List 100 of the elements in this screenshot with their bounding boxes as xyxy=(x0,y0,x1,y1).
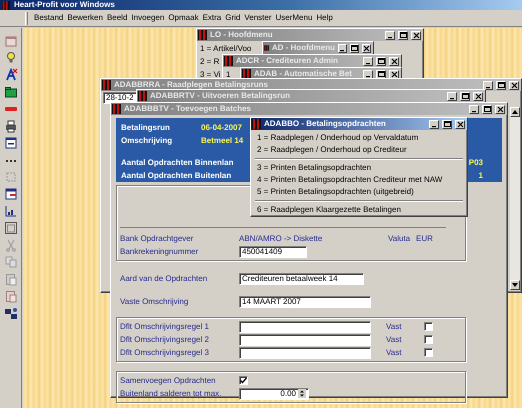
font-icon[interactable] xyxy=(4,68,18,82)
maximize-icon xyxy=(400,32,406,38)
arrow-up-icon xyxy=(512,110,518,114)
app-icon xyxy=(2,0,10,10)
field-label: Samenvoegen Opdrachten xyxy=(120,376,217,386)
maximize-button[interactable] xyxy=(350,44,359,52)
window-title: ADAB - Automatische Bet xyxy=(254,69,353,79)
close-button[interactable] xyxy=(411,30,421,40)
menu-item[interactable]: 1 = Artikel/Voo xyxy=(200,42,252,55)
checkbox[interactable] xyxy=(424,335,433,344)
arrow-down-icon xyxy=(512,283,518,287)
spinner-icon[interactable] xyxy=(298,389,306,398)
scrollbar[interactable] xyxy=(510,107,520,290)
input-field[interactable] xyxy=(239,346,371,358)
menu-item[interactable]: Invoegen xyxy=(129,13,166,23)
maximize-button[interactable] xyxy=(460,92,470,100)
close-icon xyxy=(456,120,464,128)
scroll-up-button[interactable] xyxy=(510,107,520,117)
menu-item[interactable]: 5 = Printen Betalingsopdrachten (uitgebreid) xyxy=(251,186,467,198)
app-icon xyxy=(112,104,121,114)
frame-icon[interactable] xyxy=(4,221,18,235)
app-icon xyxy=(224,56,233,66)
input-field[interactable]: Crediteuren betaalweek 14 xyxy=(239,272,364,284)
maximize-button[interactable] xyxy=(442,120,452,128)
menu-item[interactable]: 1 xyxy=(226,68,230,81)
printer-icon[interactable] xyxy=(4,119,18,133)
app-icon xyxy=(242,69,251,79)
field-label: Vast xyxy=(386,348,402,358)
menu-item[interactable]: 4 = Printen Betalingsopdrachten Crediteur met NAW xyxy=(251,174,467,186)
maximize-button[interactable] xyxy=(376,70,386,78)
app-icon xyxy=(264,43,269,53)
minimize-button[interactable] xyxy=(469,104,479,114)
close-icon xyxy=(363,44,370,52)
menu-item[interactable]: 1 = Raadplegen / Onderhoud op Vervaldatum xyxy=(251,132,467,144)
minimize-button[interactable] xyxy=(429,120,439,128)
maximize-button[interactable] xyxy=(398,30,408,40)
maximize-icon xyxy=(484,106,490,112)
close-icon xyxy=(496,106,504,112)
input-field[interactable] xyxy=(239,320,371,332)
input-field[interactable] xyxy=(239,334,371,346)
window-title: LO - Hoofdmenu xyxy=(210,30,274,40)
close-button[interactable] xyxy=(389,56,399,66)
calendar-icon[interactable] xyxy=(4,34,18,48)
summary-label: Aantal Opdrachten Binnenlan xyxy=(121,158,234,168)
input-field[interactable]: 450041409 xyxy=(239,246,307,258)
network-icon[interactable] xyxy=(4,306,18,320)
field-label: Dflt Omschrijvingsregel 1 xyxy=(120,322,210,332)
menu-item[interactable]: Venster xyxy=(242,13,274,23)
summary-label: Betalingsrun xyxy=(121,122,171,132)
currency-value: EUR xyxy=(416,234,433,244)
field-label: Dflt Omschrijvingsregel 3 xyxy=(120,348,210,358)
window-title: ADABBRRA - Raadplegen Betalingsruns xyxy=(114,80,269,90)
window-icon[interactable] xyxy=(4,136,18,150)
menu-item[interactable]: 2 = Raadplegen / Onderhoud op Crediteur xyxy=(251,144,467,156)
number-field[interactable]: 0.00 xyxy=(239,388,309,400)
menu-item[interactable]: Grid xyxy=(223,13,242,23)
checkbox[interactable] xyxy=(239,376,248,385)
form-icon[interactable] xyxy=(4,187,18,201)
menu-item[interactable]: Opmaak xyxy=(166,13,201,23)
close-button[interactable] xyxy=(495,104,505,114)
input-field[interactable]: 14 MAART 2007 xyxy=(239,296,371,308)
close-button[interactable] xyxy=(473,92,483,100)
menu-item[interactable]: Bewerken xyxy=(65,13,105,23)
close-button[interactable] xyxy=(455,120,465,128)
window-title: ADABBO - Betalingsopdrachten xyxy=(264,119,387,129)
app-title: Heart-Profit voor Windows xyxy=(14,0,115,10)
app-icon xyxy=(138,91,147,101)
field-label: Vaste Omschrijving xyxy=(120,296,190,306)
scroll-down-button[interactable] xyxy=(510,280,520,290)
maximize-button[interactable] xyxy=(376,56,386,66)
menu-item[interactable]: Bestand xyxy=(32,13,66,23)
summary-value: 06-04-2007 xyxy=(201,122,242,132)
summary-value: P03 xyxy=(468,158,483,168)
minimize-button[interactable] xyxy=(363,70,373,78)
minimize-button[interactable] xyxy=(447,92,457,100)
folder-icon[interactable] xyxy=(4,85,18,99)
minimize-button[interactable] xyxy=(483,80,493,90)
app-icon xyxy=(102,80,111,90)
chart-icon[interactable] xyxy=(4,204,18,218)
maximize-button[interactable] xyxy=(496,80,506,90)
menu-item[interactable]: 2 = R xyxy=(200,55,220,68)
close-button[interactable] xyxy=(389,70,399,78)
window-title: ADABBBTV - Toevoegen Batches xyxy=(124,104,252,114)
maximize-button[interactable] xyxy=(482,104,492,114)
app-icon xyxy=(252,119,261,129)
menu-item[interactable]: 3 = Printen Betalingsopdrachten xyxy=(251,162,467,174)
checkbox[interactable] xyxy=(424,348,433,357)
menu-item[interactable]: Beeld xyxy=(104,13,130,23)
menu-item[interactable]: 3 = Vi xyxy=(200,68,221,81)
menu-item[interactable]: Help xyxy=(314,13,335,23)
minimize-button[interactable] xyxy=(338,44,347,52)
menu-item[interactable]: Extra xyxy=(200,13,224,23)
close-button[interactable] xyxy=(509,80,519,90)
menu-item[interactable]: UserMenu xyxy=(274,13,314,23)
menu-item[interactable]: 6 = Raadplegen Klaargezette Betalingen xyxy=(251,204,467,216)
checkbox[interactable] xyxy=(424,322,433,331)
minimize-button[interactable] xyxy=(363,56,373,66)
maximize-icon xyxy=(378,58,384,64)
close-button[interactable] xyxy=(362,44,371,52)
minimize-button[interactable] xyxy=(385,30,395,40)
